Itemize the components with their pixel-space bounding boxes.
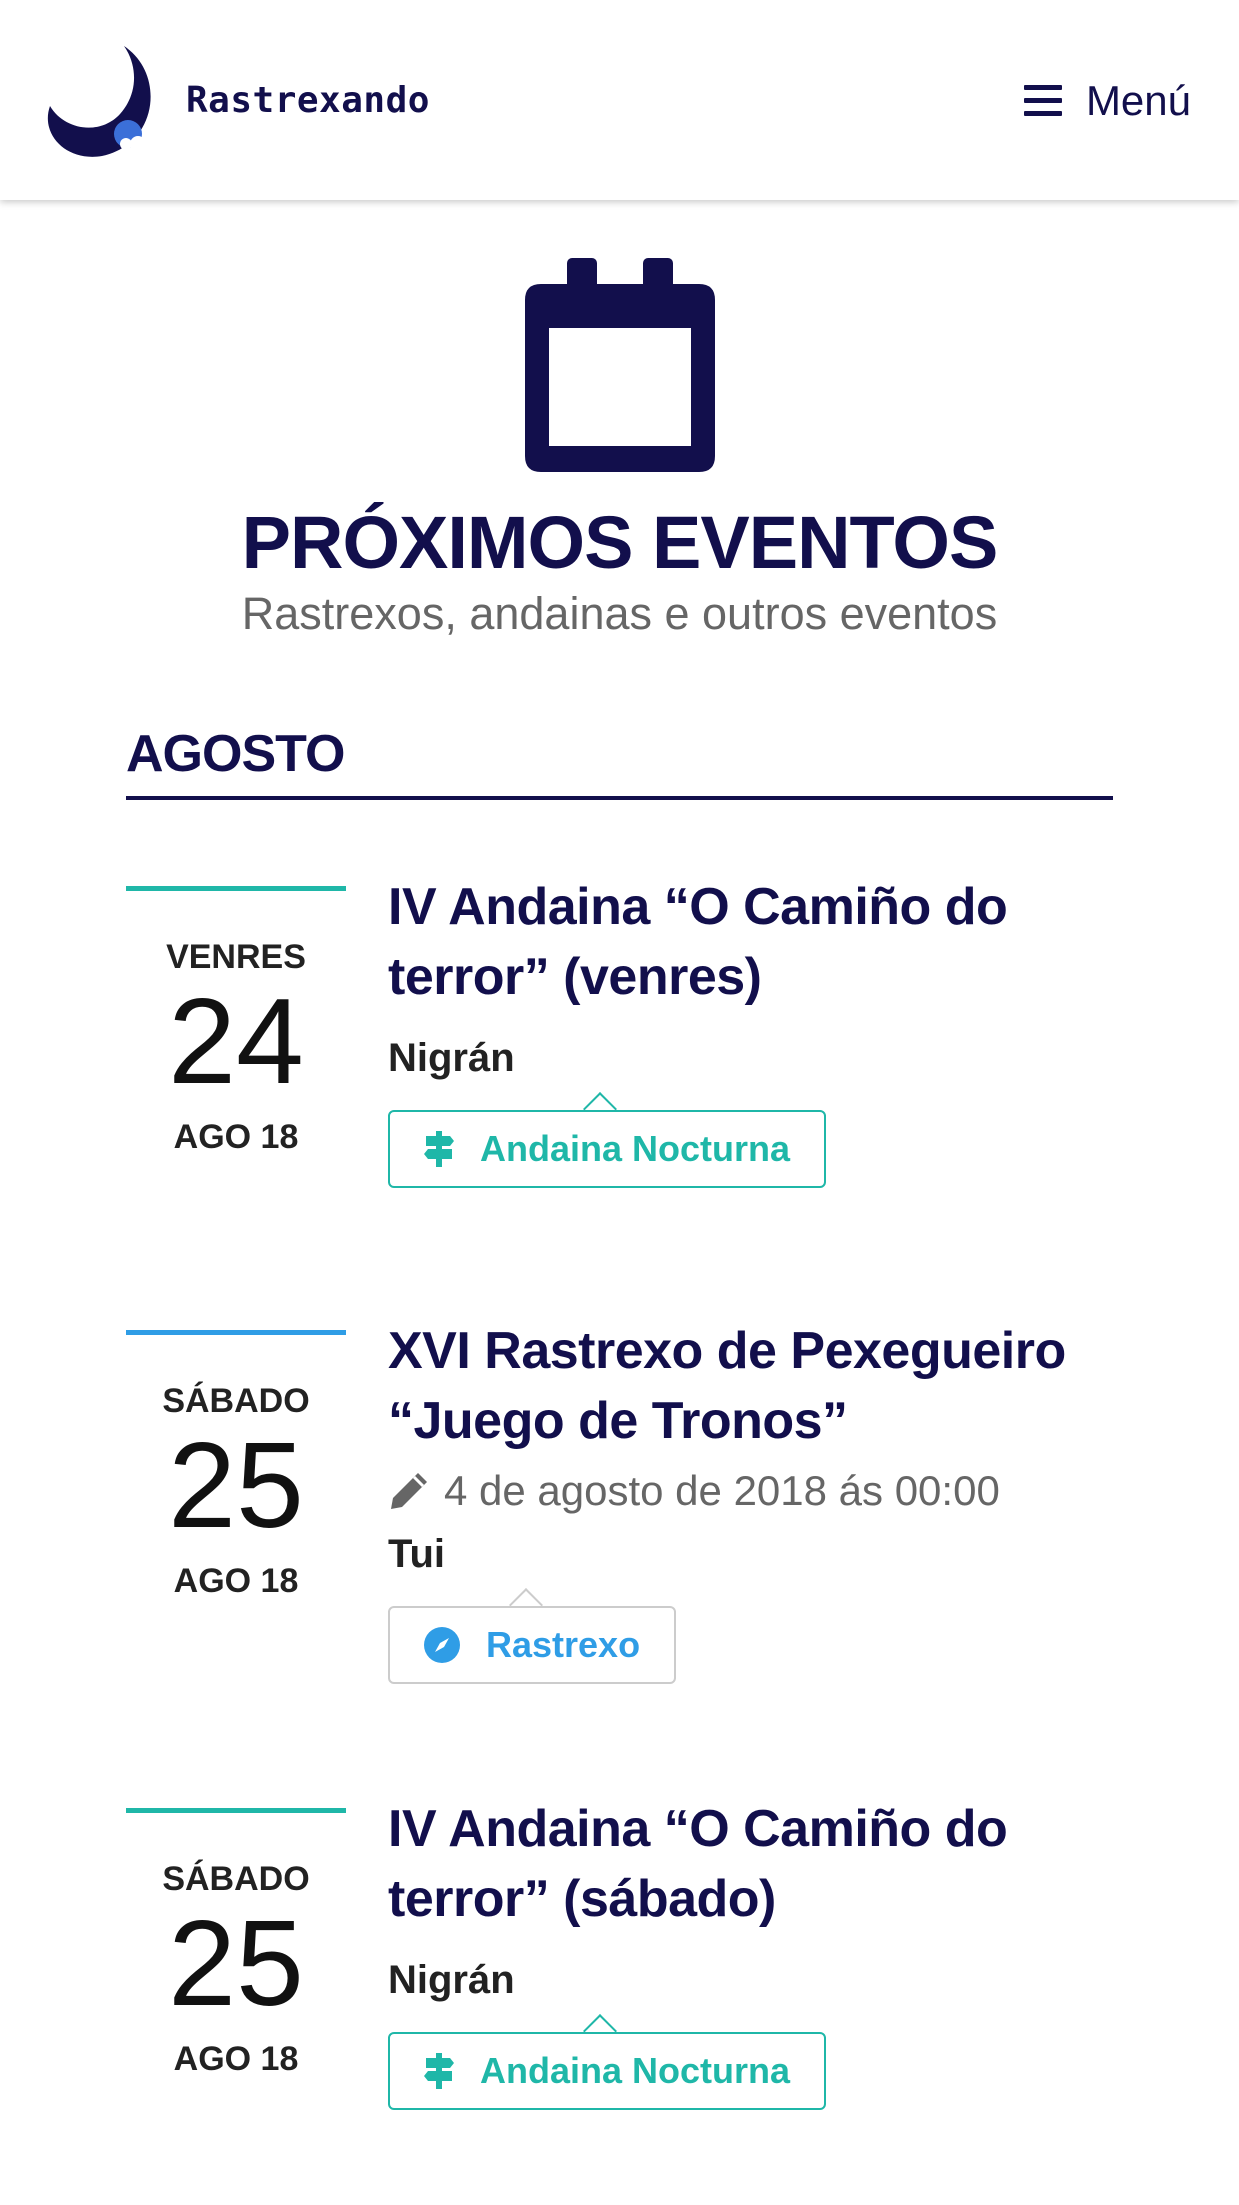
date-accent-bar bbox=[126, 1330, 346, 1335]
event-weekday: SÁBADO bbox=[162, 1860, 310, 1898]
event-category-tag[interactable]: Andaina Nocturna bbox=[388, 1110, 827, 1188]
logo[interactable] bbox=[46, 44, 166, 159]
menu-label: Menú bbox=[1085, 77, 1191, 124]
event-title-line: XVI Rastrexo de Pexegueiro bbox=[388, 1322, 1066, 1380]
event-location: Nigrán bbox=[388, 1958, 515, 2002]
event-title[interactable]: IV Andaina “O Camiño do terror” (sábado) bbox=[388, 1794, 1113, 1934]
event-info: IV Andaina “O Camiño do terror” (venres)… bbox=[388, 872, 1113, 1188]
event-category-tag[interactable]: Andaina Nocturna bbox=[388, 2032, 827, 2110]
event-day: 25 bbox=[168, 1895, 304, 2031]
page-title: PRÓXIMOS EVENTOS bbox=[241, 501, 999, 584]
event-day: 25 bbox=[168, 1417, 304, 1553]
event-info: XVI Rastrexo de Pexegueiro “Juego de Tro… bbox=[388, 1316, 1113, 1684]
event-day: 24 bbox=[168, 973, 304, 1109]
brand-name[interactable]: Rastrexando bbox=[186, 80, 430, 121]
event-title[interactable]: IV Andaina “O Camiño do terror” (venres) bbox=[388, 872, 1113, 1012]
signpost-icon bbox=[424, 2053, 454, 2089]
event-weekday: SÁBADO bbox=[162, 1382, 310, 1420]
tag-label: Rastrexo bbox=[486, 1624, 641, 1665]
site-header: Rastrexando Menú bbox=[0, 0, 1239, 200]
event-info: IV Andaina “O Camiño do terror” (sábado)… bbox=[388, 1794, 1113, 2110]
event-weekday: VENRES bbox=[166, 938, 306, 976]
menu-button[interactable]: Menú bbox=[1023, 76, 1191, 126]
calendar-icon bbox=[525, 258, 715, 472]
date-accent-bar bbox=[126, 886, 346, 891]
event-updated-text: 4 de agosto de 2018 ás 00:00 bbox=[444, 1467, 1000, 1514]
hamburger-icon bbox=[1023, 85, 1062, 117]
event-location: Nigrán bbox=[388, 1036, 515, 1080]
event-month-year: AGO 18 bbox=[173, 1562, 299, 1600]
event-category-tag[interactable]: Rastrexo bbox=[388, 1606, 677, 1684]
tag-label: Andaina Nocturna bbox=[480, 1128, 791, 1169]
event-location: Tui bbox=[388, 1532, 446, 1576]
event-title-line: terror” (sábado) bbox=[388, 1870, 776, 1928]
event-month-year: AGO 18 bbox=[173, 1118, 299, 1156]
event-updated: 4 de agosto de 2018 ás 00:00 bbox=[388, 1464, 1113, 1518]
event-title-line: terror” (venres) bbox=[388, 948, 762, 1006]
month-divider bbox=[126, 796, 1113, 800]
event-title-line: IV Andaina “O Camiño do bbox=[388, 1800, 1008, 1858]
event-title-line: IV Andaina “O Camiño do bbox=[388, 878, 1008, 936]
event-title-line: “Juego de Tronos” bbox=[388, 1392, 848, 1450]
date-accent-bar bbox=[126, 1808, 346, 1813]
signpost-icon bbox=[424, 1131, 454, 1167]
pencil-icon bbox=[391, 1473, 427, 1509]
month-heading: AGOSTO bbox=[126, 725, 345, 783]
compass-icon bbox=[424, 1627, 460, 1663]
tag-label: Andaina Nocturna bbox=[480, 2050, 791, 2091]
page-subtitle: Rastrexos, andainas e outros eventos bbox=[241, 588, 998, 639]
event-title[interactable]: XVI Rastrexo de Pexegueiro “Juego de Tro… bbox=[388, 1316, 1113, 1456]
event-month-year: AGO 18 bbox=[173, 2040, 299, 2078]
moon-logo-icon bbox=[47, 46, 151, 157]
